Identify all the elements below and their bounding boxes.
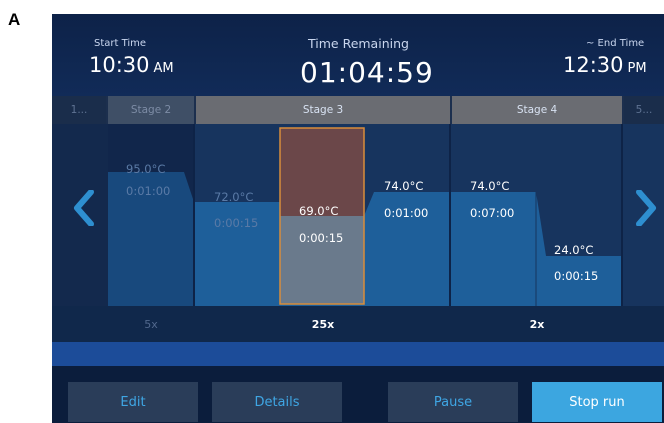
current-step-lower [280,216,364,304]
run-header: Start Time 10:30 AM Time Remaining 01:04:… [52,14,664,96]
past-dimmer [108,124,194,306]
step3-temp: 69.0°C [299,204,339,218]
step2-time: 0:00:15 [214,216,259,230]
time-remaining-value: 01:04:59 [300,56,434,89]
stage-4-header[interactable]: Stage 4 [452,96,622,124]
stage-prev-stub[interactable]: 1... [52,96,106,124]
start-time-clock: 10:30 [89,53,150,77]
scroll-left-icon[interactable] [64,188,104,228]
step5-temp: 74.0°C [470,179,510,193]
step1-time: 0:01:00 [126,184,171,198]
stage-2-header[interactable]: Stage 2 [108,96,194,124]
stage2-cycles: 5x [144,317,158,331]
step6-temp: 24.0°C [554,243,594,257]
scroll-right-icon[interactable] [626,188,664,228]
stage4-cycles: 2x [529,317,545,331]
step3-time: 0:00:15 [299,231,344,245]
start-time-value: 10:30 AM [89,53,174,77]
step4-temp: 74.0°C [384,179,424,193]
details-button[interactable]: Details [212,382,342,422]
stage-next-stub[interactable]: 5... [624,96,664,124]
step2-temp: 72.0°C [214,190,254,204]
stage3-cycles: 25x [311,317,335,331]
end-time-ampm: PM [627,61,647,76]
status-band [52,342,664,366]
profile-graphic [52,124,623,314]
stop-run-button[interactable]: Stop run [532,382,662,422]
step5-time: 0:07:00 [470,206,515,220]
end-time-value: 12:30 PM [563,53,647,77]
time-remaining-label: Time Remaining [308,36,409,51]
step6-time: 0:00:15 [554,269,599,283]
start-time-ampm: AM [153,61,174,76]
end-time-label: ~ End Time [586,38,645,49]
step1-temp: 95.0°C [126,162,166,176]
pause-button[interactable]: Pause [388,382,518,422]
step4-time: 0:01:00 [384,206,429,220]
end-time-clock: 12:30 [563,53,624,77]
figure-label: A [8,10,21,29]
edit-button[interactable]: Edit [68,382,198,422]
start-time-label: Start Time [94,38,147,49]
stage-3-header[interactable]: Stage 3 [196,96,450,124]
thermal-cycler-screen: Start Time 10:30 AM Time Remaining 01:04:… [52,14,664,423]
